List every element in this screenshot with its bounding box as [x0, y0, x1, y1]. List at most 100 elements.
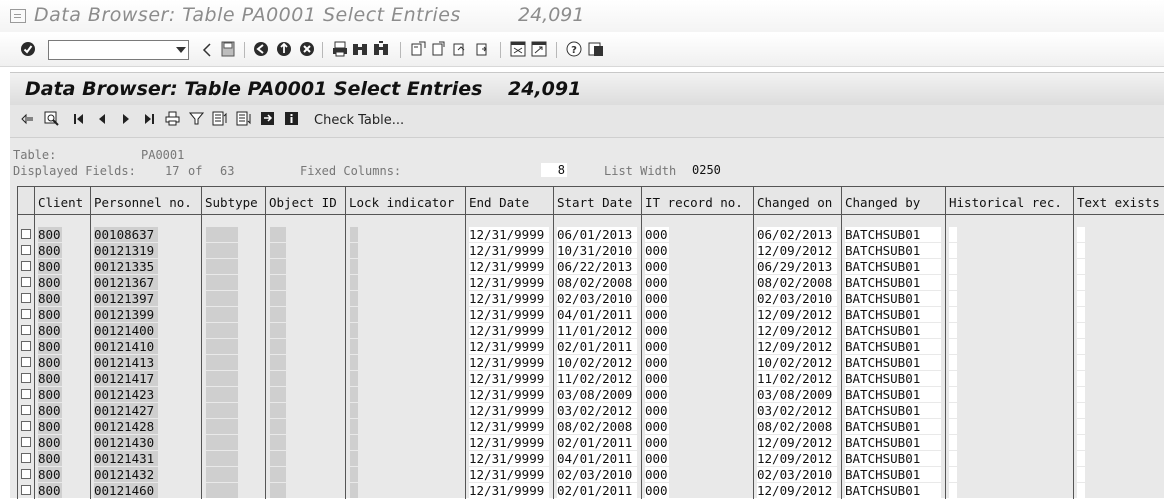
row-select-checkbox[interactable] — [21, 437, 31, 447]
row-select-checkbox[interactable] — [21, 405, 31, 415]
it-record-no-cell[interactable]: 000 — [645, 307, 669, 322]
row-select-checkbox[interactable] — [21, 341, 31, 351]
changed-on-cell[interactable]: 12/09/2012 — [757, 243, 837, 258]
lock-indicator-cell[interactable] — [350, 419, 358, 434]
historical-rec-cell[interactable] — [949, 387, 957, 402]
text-exists-cell[interactable] — [1077, 403, 1085, 418]
changed-by-cell[interactable]: BATCHSUB01 — [845, 403, 941, 418]
text-exists-cell[interactable] — [1077, 243, 1085, 258]
changed-on-cell[interactable]: 06/02/2013 — [757, 227, 837, 242]
text-exists-cell[interactable] — [1077, 419, 1085, 434]
create-session-icon[interactable] — [510, 41, 526, 57]
select-all-header[interactable] — [18, 187, 35, 215]
sort-descending-icon[interactable] — [236, 111, 251, 126]
text-exists-cell[interactable] — [1077, 339, 1085, 354]
changed-on-cell[interactable]: 12/09/2012 — [757, 339, 837, 354]
first-page-icon[interactable] — [410, 41, 426, 57]
end-date-cell[interactable]: 12/31/9999 — [469, 307, 549, 322]
history-back-icon[interactable] — [199, 42, 215, 58]
subtype-cell[interactable] — [206, 259, 238, 274]
row-select-checkbox[interactable] — [21, 293, 31, 303]
end-date-cell[interactable]: 12/31/9999 — [469, 371, 549, 386]
lock-indicator-cell[interactable] — [350, 355, 358, 370]
historical-rec-cell[interactable] — [949, 355, 957, 370]
it-record-no-cell[interactable]: 000 — [645, 419, 669, 434]
table-row[interactable]: 800 00121335 12/31/9999 06/22/2013 000 06/29/… — [18, 259, 1164, 275]
start-date-cell[interactable]: 02/03/2010 — [557, 291, 637, 306]
lock-indicator-cell[interactable] — [350, 339, 358, 354]
start-date-cell[interactable]: 08/02/2008 — [557, 275, 637, 290]
next-page-icon[interactable] — [452, 41, 468, 57]
historical-rec-cell[interactable] — [949, 243, 957, 258]
table-row[interactable]: 800 00121399 12/31/9999 04/01/2011 000 12/09/… — [18, 307, 1164, 323]
object-id-cell[interactable] — [270, 323, 286, 338]
personnel-no-cell[interactable]: 00121460 — [94, 483, 158, 498]
back-icon[interactable] — [253, 41, 269, 57]
personnel-no-cell[interactable]: 00121427 — [94, 403, 158, 418]
row-select-checkbox[interactable] — [21, 357, 31, 367]
it-record-no-cell[interactable]: 000 — [645, 435, 669, 450]
historical-rec-cell[interactable] — [949, 259, 957, 274]
table-row[interactable]: 800 00121319 12/31/9999 10/31/2010 000 12/09/… — [18, 243, 1164, 259]
changed-by-cell[interactable]: BATCHSUB01 — [845, 339, 941, 354]
end-date-cell[interactable]: 12/31/9999 — [469, 275, 549, 290]
object-id-cell[interactable] — [270, 259, 286, 274]
filter-icon[interactable] — [189, 111, 204, 126]
personnel-no-cell[interactable]: 00121430 — [94, 435, 158, 450]
row-select-checkbox[interactable] — [21, 261, 31, 271]
export-icon[interactable] — [260, 111, 275, 126]
object-id-cell[interactable] — [270, 243, 286, 258]
changed-by-cell[interactable]: BATCHSUB01 — [845, 355, 941, 370]
table-row[interactable]: 800 00121417 12/31/9999 11/02/2012 000 11/02/… — [18, 371, 1164, 387]
end-date-cell[interactable]: 12/31/9999 — [469, 387, 549, 402]
lock-indicator-cell[interactable] — [350, 371, 358, 386]
changed-on-cell[interactable]: 08/02/2008 — [757, 275, 837, 290]
client-cell[interactable]: 800 — [38, 307, 62, 322]
row-select-checkbox[interactable] — [21, 453, 31, 463]
table-row[interactable]: 800 00121413 12/31/9999 10/02/2012 000 10/02/… — [18, 355, 1164, 371]
print-icon[interactable] — [332, 41, 348, 57]
text-exists-cell[interactable] — [1077, 451, 1085, 466]
client-cell[interactable]: 800 — [38, 387, 62, 402]
start-date-cell[interactable]: 03/08/2009 — [557, 387, 637, 402]
changed-on-cell[interactable]: 10/02/2012 — [757, 355, 837, 370]
text-exists-cell[interactable] — [1077, 259, 1085, 274]
lock-indicator-cell[interactable] — [350, 403, 358, 418]
subtype-cell[interactable] — [206, 355, 238, 370]
client-cell[interactable]: 800 — [38, 275, 62, 290]
subtype-cell[interactable] — [206, 387, 238, 402]
client-cell[interactable]: 800 — [38, 339, 62, 354]
subtype-cell[interactable] — [206, 451, 238, 466]
changed-by-cell[interactable]: BATCHSUB01 — [845, 467, 941, 482]
row-select-checkbox[interactable] — [21, 469, 31, 479]
help-icon[interactable]: ? — [566, 41, 582, 57]
changed-on-cell[interactable]: 06/29/2013 — [757, 259, 837, 274]
it-record-no-cell[interactable]: 000 — [645, 243, 669, 258]
column-header-it-record-no[interactable]: IT record no. — [642, 187, 754, 215]
changed-on-cell[interactable]: 12/09/2012 — [757, 451, 837, 466]
fixed-columns-field[interactable]: 8 — [541, 163, 567, 177]
changed-by-cell[interactable]: BATCHSUB01 — [845, 307, 941, 322]
previous-page-icon[interactable] — [431, 41, 447, 57]
changed-on-cell[interactable]: 02/03/2010 — [757, 291, 837, 306]
personnel-no-cell[interactable]: 00121335 — [94, 259, 158, 274]
table-row[interactable]: 800 00121428 12/31/9999 08/02/2008 000 08/02/… — [18, 419, 1164, 435]
personnel-no-cell[interactable]: 00121397 — [94, 291, 158, 306]
lock-indicator-cell[interactable] — [350, 307, 358, 322]
row-select-checkbox[interactable] — [21, 485, 31, 495]
column-header-text-exists[interactable]: Text exists — [1074, 187, 1164, 215]
end-date-cell[interactable]: 12/31/9999 — [469, 403, 549, 418]
client-cell[interactable]: 800 — [38, 419, 62, 434]
changed-on-cell[interactable]: 11/02/2012 — [757, 371, 837, 386]
shortcut-icon[interactable] — [531, 41, 547, 57]
subtype-cell[interactable] — [206, 339, 238, 354]
object-id-cell[interactable] — [270, 355, 286, 370]
end-date-cell[interactable]: 12/31/9999 — [469, 435, 549, 450]
table-row[interactable]: 800 00121460 12/31/9999 02/01/2011 000 12/09/… — [18, 483, 1164, 499]
end-date-cell[interactable]: 12/31/9999 — [469, 227, 549, 242]
client-cell[interactable]: 800 — [38, 243, 62, 258]
historical-rec-cell[interactable] — [949, 419, 957, 434]
subtype-cell[interactable] — [206, 291, 238, 306]
client-cell[interactable]: 800 — [38, 483, 62, 498]
changed-by-cell[interactable]: BATCHSUB01 — [845, 451, 941, 466]
